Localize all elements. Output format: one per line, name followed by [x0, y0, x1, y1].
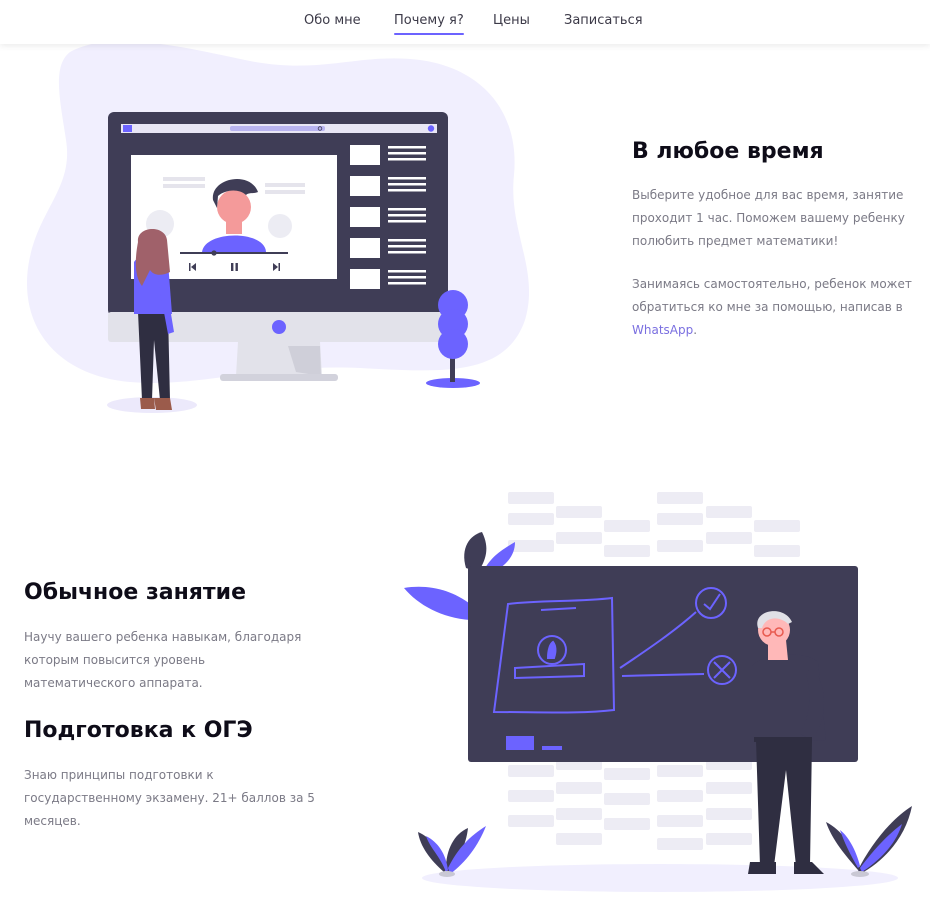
board-eraser — [506, 736, 534, 750]
section-regular-paragraph: Научу вашего ребенка навыкам, благодаря … — [24, 626, 344, 695]
board-chalk — [542, 746, 562, 750]
top-navigation: Обо мне Почему я? Цены Записаться — [0, 0, 930, 44]
nav-link-about[interactable]: Обо мне — [304, 13, 361, 28]
oge-line-3: месяцев. — [24, 814, 81, 828]
nav-link-prices-label: Цены — [493, 13, 530, 28]
oge-line-2: государственному экзамену. 21+ баллов за… — [24, 791, 315, 805]
section-title-oge: Подготовка к ОГЭ — [24, 718, 253, 743]
section-title-regular: Обычное занятие — [24, 580, 246, 605]
browser-address-field — [230, 126, 325, 131]
nav-link-why-me-label: Почему я? — [394, 13, 464, 28]
nav-link-prices[interactable]: Цены — [493, 13, 530, 28]
anytime-p1-line-2: проходит 1 час. Поможем вашему ребенку — [632, 211, 905, 225]
browser-tab-indicator — [123, 125, 132, 132]
teacher-board-illustration — [404, 492, 912, 892]
oge-line-1: Знаю принципы подготовки к — [24, 768, 214, 782]
nav-link-why-me[interactable]: Почему я? — [394, 13, 464, 35]
whatsapp-link[interactable]: WhatsApp — [632, 323, 693, 337]
regular-line-2: которым повысится уровень — [24, 653, 206, 667]
active-tab-indicator — [394, 33, 464, 35]
anytime-p2-period: . — [693, 323, 698, 337]
anytime-p2-line-1: Занимаясь самостоятельно, ребенок может — [632, 277, 912, 291]
section-title-anytime: В любое время — [632, 139, 824, 164]
floor-shadow — [422, 864, 898, 892]
monitor-base — [220, 374, 338, 381]
regular-line-3: математического аппарата. — [24, 676, 203, 690]
nav-link-signup[interactable]: Записаться — [564, 13, 643, 28]
video-progress-handle — [211, 250, 217, 256]
video-person-face — [217, 190, 251, 224]
teacher-belt — [754, 737, 812, 742]
video-plant-right — [268, 214, 292, 238]
video-progress-track — [180, 252, 288, 254]
regular-line-1: Научу вашего ребенка навыкам, благодаря — [24, 630, 302, 644]
browser-menu-dot — [427, 125, 435, 132]
anytime-p1-line-3: полюбить предмет математики! — [632, 234, 839, 248]
section-anytime-paragraph-2: Занимаясь самостоятельно, ребенок может … — [632, 273, 922, 342]
anytime-p2-line-2: обратиться ко мне за помощью, написав в — [632, 300, 903, 314]
plant-bottom-right — [826, 806, 912, 877]
purple-leaf-left — [404, 586, 470, 620]
online-lesson-illustration — [26, 41, 530, 413]
woman-shoes — [140, 398, 172, 410]
teacher-legs — [756, 740, 812, 866]
nav-link-about-label: Обо мне — [304, 13, 361, 28]
anytime-p1-line-1: Выберите удобное для вас время, занятие — [632, 188, 904, 202]
monitor-power-button — [272, 320, 286, 334]
plant-leaf-bottom — [438, 329, 468, 359]
nav-link-signup-label: Записаться — [564, 13, 643, 28]
section-anytime-paragraph-1: Выберите удобное для вас время, занятие … — [632, 184, 922, 253]
section-oge-paragraph: Знаю принципы подготовки к государственн… — [24, 764, 344, 833]
